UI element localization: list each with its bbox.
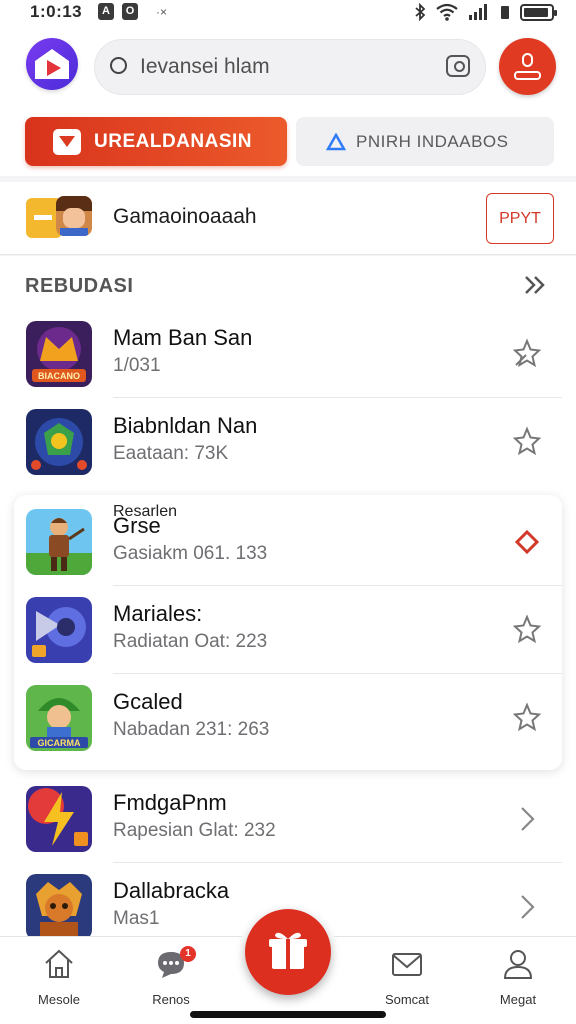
tab-primary[interactable]: UREALDANASIN [25, 117, 287, 166]
signal-icon [469, 4, 487, 20]
app-logo[interactable] [26, 38, 78, 90]
nav-label: Mesole [38, 992, 80, 1007]
nav-item-home[interactable]: Mesole [14, 947, 104, 1007]
double-chevron-right-icon[interactable] [520, 270, 550, 300]
promo-banner[interactable]: Gamaoinoaaah PPYT [0, 182, 576, 255]
promo-button[interactable]: PPYT [486, 193, 554, 244]
pin-icon[interactable] [508, 335, 546, 373]
game-thumbnail: BIACANO [26, 321, 92, 387]
game-thumbnail-label: BIACANO [38, 371, 80, 381]
promo-title: Gamaoinoaaah [113, 205, 257, 228]
profile-icon [503, 950, 533, 979]
tab-secondary[interactable]: PNIRH INDAABOS [296, 117, 554, 166]
search-input[interactable] [140, 51, 420, 83]
list-item[interactable]: BIACANO Mam Ban San 1/031 [0, 310, 576, 398]
nav-item-chat[interactable]: Renos [126, 947, 216, 1007]
gift-icon [269, 932, 307, 969]
featured-card: Resarlen Grse Gasiakm 061. 133 Mariales:… [14, 495, 562, 770]
game-list: REBUDASI BIACANO Mam Ban San 1/031 Biabn… [0, 256, 576, 940]
profile-head-icon [522, 53, 533, 67]
game-meta: Eaataan: 73K [113, 443, 229, 464]
section-title: REBUDASI [25, 275, 134, 297]
game-name: Gcaled [113, 689, 183, 714]
promo-game-icon-2 [56, 196, 92, 236]
list-item[interactable]: Mariales: Radiatan Oat: 223 [0, 586, 576, 674]
nav-label: Megat [499, 992, 537, 1007]
game-name: FmdgaPnm [113, 790, 227, 815]
game-meta: Rapesian Glat: 232 [113, 820, 276, 841]
status-bar: 1:0:13 A O ·× [0, 0, 576, 26]
list-item[interactable]: GICARMA Gcaled Nabadan 231: 263 [0, 674, 576, 762]
game-name: Mam Ban San [113, 325, 253, 350]
game-meta: Radiatan Oat: 223 [113, 631, 268, 652]
search-icon [110, 57, 127, 74]
star-icon[interactable] [508, 611, 546, 649]
tab-bar: UREALDANASIN PNIRH INDAABOS [0, 117, 576, 172]
chevron-right-icon[interactable] [508, 800, 546, 838]
list-item[interactable]: Biabnldan Nan Eaataan: 73K [0, 398, 576, 486]
game-thumbnail [26, 509, 92, 575]
star-icon[interactable] [508, 423, 546, 461]
mail-icon [392, 953, 422, 976]
home-indicator[interactable] [190, 1011, 386, 1018]
chevron-right-icon[interactable] [508, 888, 546, 926]
game-meta: Nabadan 231: 263 [113, 719, 270, 740]
bluetooth-icon [415, 3, 426, 21]
recycle-icon [326, 132, 346, 151]
game-name: Dallabracka [113, 878, 230, 903]
game-thumbnail-label: GICARMA [38, 738, 81, 748]
tab-primary-label: UREALDANASIN [94, 130, 252, 152]
camera-icon[interactable] [446, 55, 470, 77]
nav-label: Somcat [384, 992, 430, 1007]
diamond-icon[interactable] [508, 523, 546, 561]
profile-base-icon [514, 71, 541, 80]
house-play-icon [35, 49, 69, 79]
game-meta: Gasiakm 061. 133 [113, 543, 268, 564]
profile-button[interactable] [499, 38, 556, 95]
list-item[interactable]: Grse Gasiakm 061. 133 [0, 498, 576, 586]
notification-b-icon: O [122, 3, 138, 20]
game-thumbnail [26, 874, 92, 940]
tab-secondary-label: PNIRH INDAABOS [356, 131, 509, 151]
wifi-icon [436, 3, 458, 21]
game-meta: Mas1 [113, 908, 160, 929]
shield-icon [53, 128, 81, 155]
header: UREALDANASIN PNIRH INDAABOS [0, 26, 576, 176]
nav-label: Renos [152, 992, 190, 1007]
game-name: Mariales: [113, 601, 203, 626]
game-thumbnail [26, 409, 92, 475]
notification-extra-icon: ·× [156, 4, 168, 19]
game-name: Grse [113, 513, 161, 538]
gift-fab-button[interactable] [245, 909, 331, 995]
notification-a-icon: A [98, 3, 114, 20]
nav-item-mail[interactable]: Somcat [362, 947, 452, 1007]
game-thumbnail [26, 786, 92, 852]
game-name: Biabnldan Nan [113, 413, 258, 438]
game-meta: 1/031 [113, 355, 161, 376]
status-time: 1:0:13 [30, 2, 83, 21]
game-thumbnail [26, 597, 92, 663]
home-icon [45, 949, 73, 978]
battery-small-icon [501, 6, 509, 19]
game-thumbnail: GICARMA [26, 685, 92, 751]
list-item[interactable]: FmdgaPnm Rapesian Glat: 232 [0, 775, 576, 863]
status-notification-icons: A O ·× [98, 3, 167, 20]
notification-badge: 1 [180, 946, 196, 962]
status-system-icons [414, 3, 557, 21]
nav-item-profile[interactable]: Megat [473, 947, 563, 1007]
star-icon[interactable] [508, 699, 546, 737]
search-bar[interactable] [94, 39, 486, 95]
battery-icon [520, 3, 557, 21]
